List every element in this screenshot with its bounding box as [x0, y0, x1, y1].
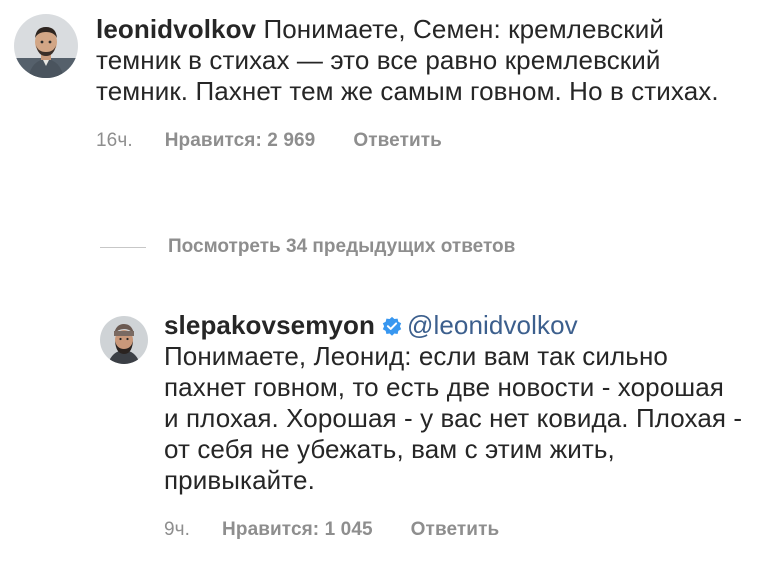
- reply-text: Понимаете, Леонид: если вам так сильно п…: [164, 341, 743, 495]
- view-previous-replies-label: Посмотреть 34 предыдущих ответов: [168, 236, 516, 257]
- reply-avatar[interactable]: [100, 316, 148, 364]
- reply-username[interactable]: slepakovsemyon: [164, 310, 375, 340]
- comment-username[interactable]: leonidvolkov: [96, 14, 256, 44]
- replies-divider: [100, 246, 146, 248]
- reply-button[interactable]: Ответить: [353, 125, 442, 156]
- comment-meta: 16ч. Нравится: 2 969 Ответить: [96, 125, 736, 156]
- reply-mention[interactable]: @leonidvolkov: [407, 310, 578, 340]
- reply-reply-button[interactable]: Ответить: [411, 514, 500, 545]
- comment: leonidvolkov Понимаете, Семен: кремлевск…: [14, 14, 754, 156]
- view-previous-replies-button[interactable]: Посмотреть 34 предыдущих ответов: [100, 236, 515, 258]
- reply-likes[interactable]: Нравится: 1 045: [222, 514, 373, 545]
- user-avatar-icon: [100, 316, 148, 364]
- reply-meta: 9ч. Нравится: 1 045 Ответить: [164, 514, 744, 545]
- comment-likes[interactable]: Нравится: 2 969: [165, 125, 316, 156]
- user-avatar-icon: [14, 14, 78, 78]
- reply-comment: slepakovsemyon @leonidvolkov Понимаете, …: [100, 310, 760, 545]
- comment-timestamp[interactable]: 16ч.: [96, 125, 133, 156]
- verified-badge-icon: [382, 316, 402, 336]
- reply-timestamp[interactable]: 9ч.: [164, 514, 190, 545]
- reply-body: slepakovsemyon @leonidvolkov Понимаете, …: [164, 310, 744, 545]
- avatar[interactable]: [14, 14, 78, 78]
- comment-body: leonidvolkov Понимаете, Семен: кремлевск…: [96, 14, 736, 156]
